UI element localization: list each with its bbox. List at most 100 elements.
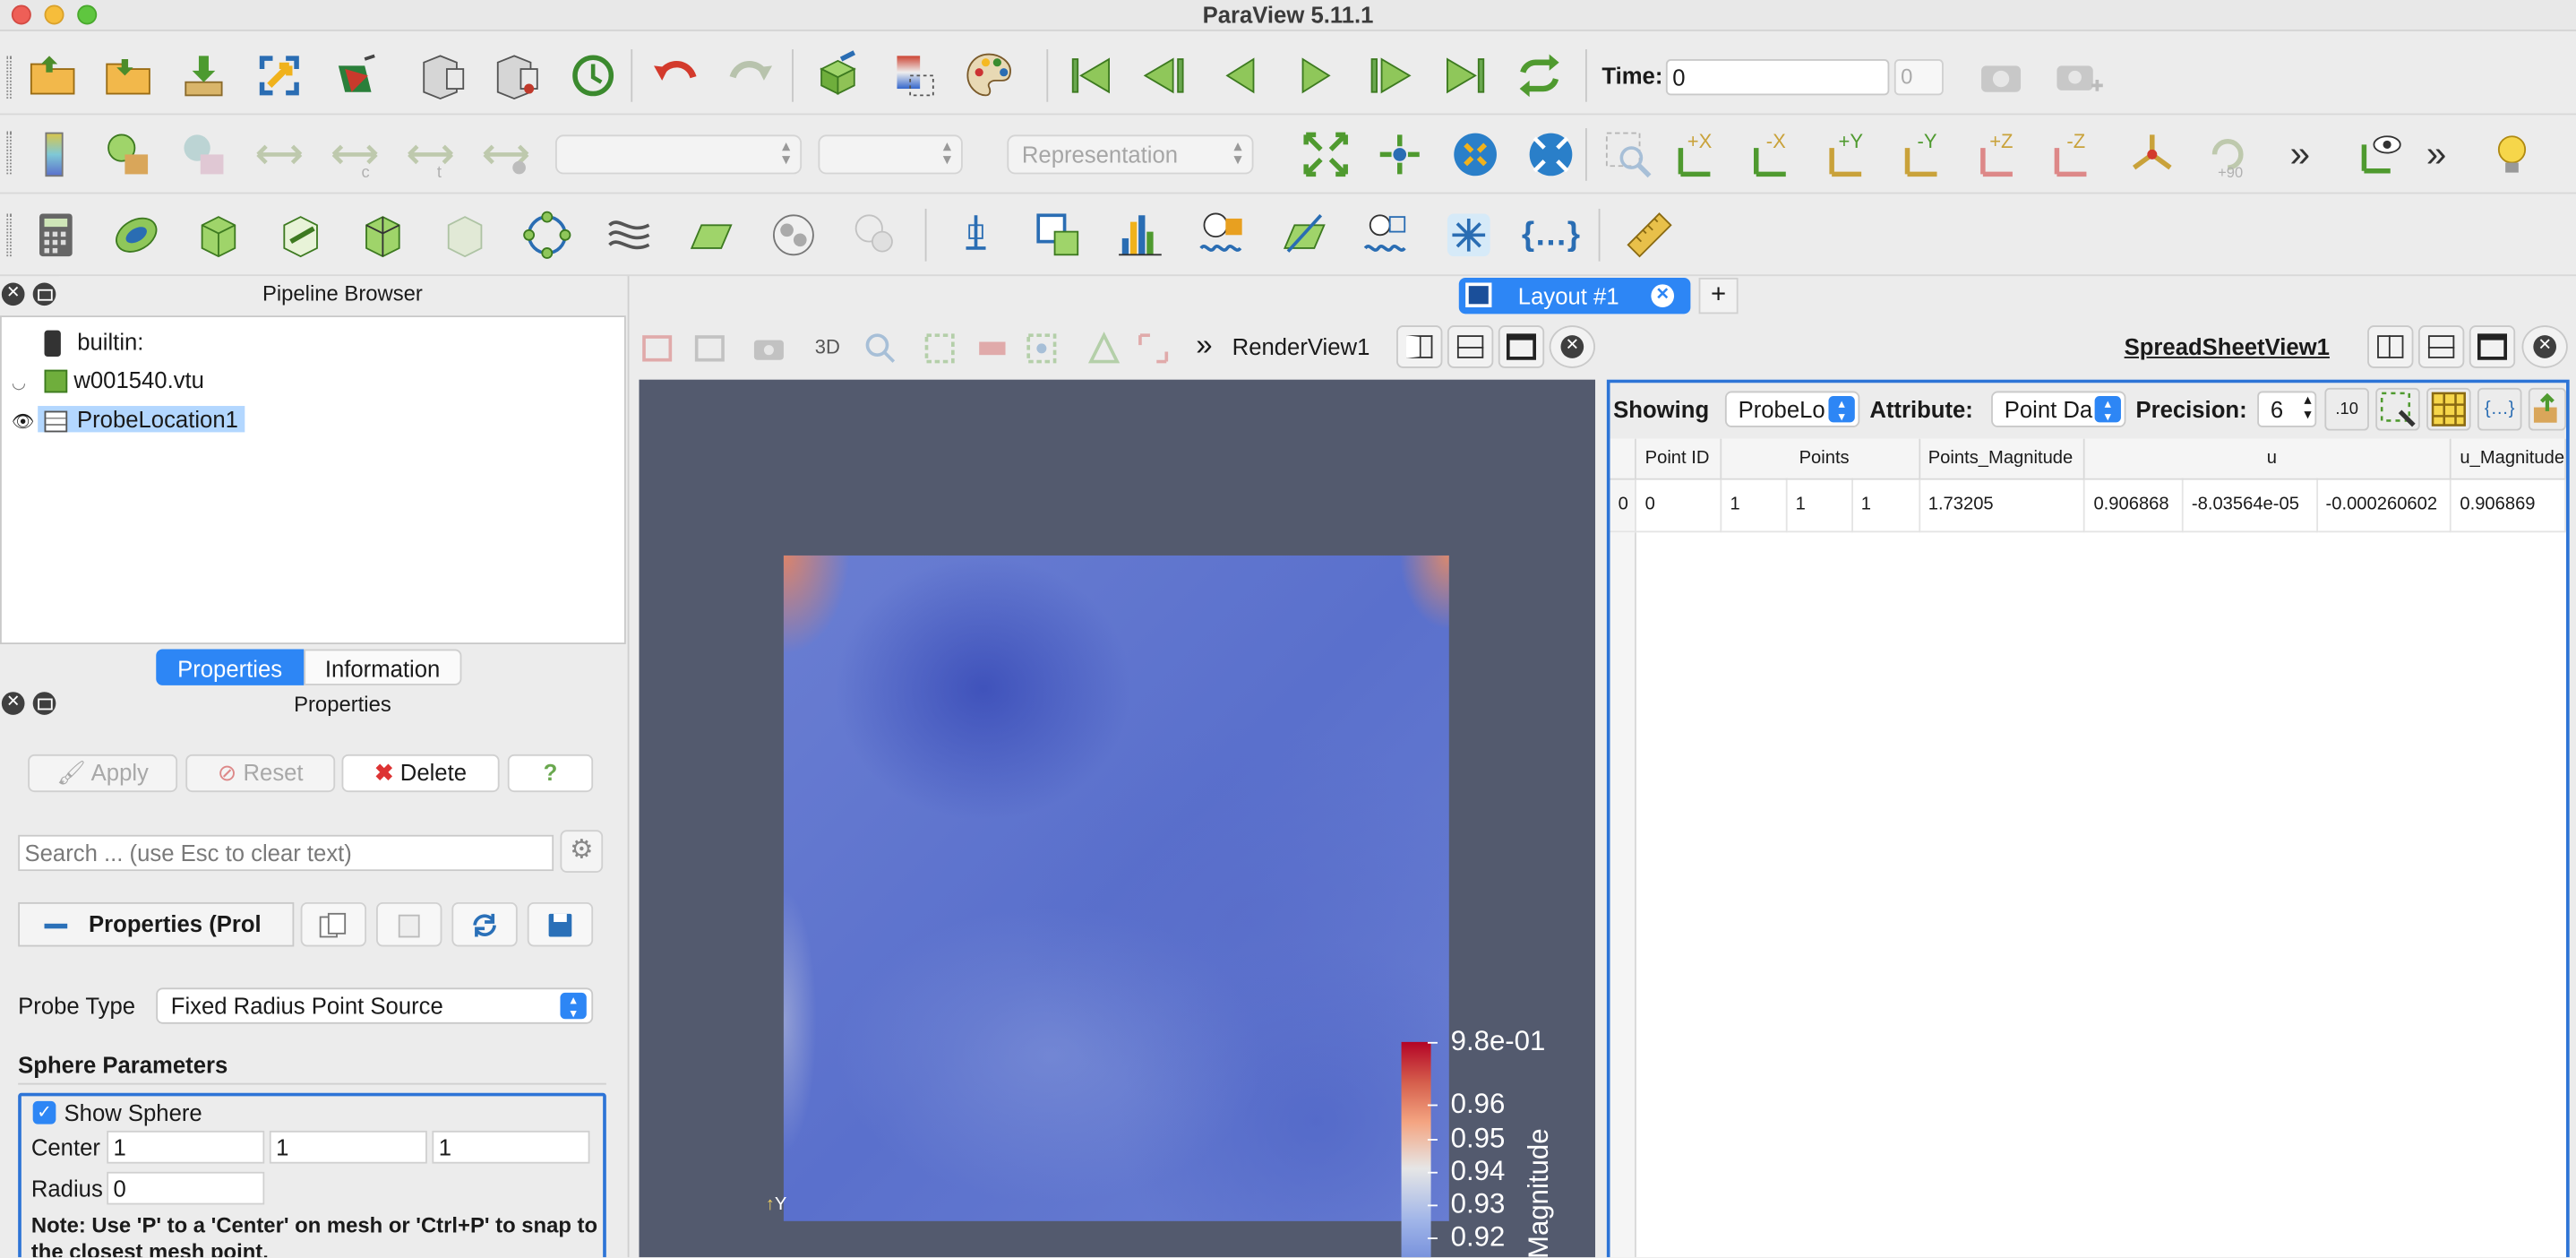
column-header[interactable]: u_Magnitude: [2451, 438, 2567, 479]
calculator-icon[interactable]: [26, 205, 85, 264]
table-cell[interactable]: -0.000260602: [2316, 478, 2452, 532]
undo-icon[interactable]: [646, 46, 705, 105]
tab-properties[interactable]: Properties: [156, 649, 304, 685]
pipeline-item-builtin[interactable]: builtin:: [44, 325, 143, 358]
macro-icon[interactable]: [325, 46, 384, 105]
precision-spinbox[interactable]: 6 ▴ ▾: [2257, 391, 2317, 427]
column-header[interactable]: Points_Magnitude: [1919, 438, 2086, 479]
table-cell[interactable]: 1: [1786, 478, 1853, 532]
table-cell[interactable]: 1.73205: [1919, 478, 2086, 532]
rescale-visible-icon[interactable]: [477, 125, 536, 184]
close-layout-icon[interactable]: ✕: [1651, 284, 1675, 307]
add-camera-icon[interactable]: [2048, 46, 2108, 105]
properties-section-toggle[interactable]: Properties (Prol: [18, 901, 295, 947]
attribute-select[interactable]: Point Da ▴ ▾: [1991, 391, 2126, 427]
plot-over-time-icon[interactable]: [1193, 205, 1252, 264]
first-frame-icon[interactable]: [1061, 46, 1121, 105]
center-y-field[interactable]: 1: [269, 1130, 427, 1164]
warp-by-vector-icon[interactable]: [682, 205, 741, 264]
column-header[interactable]: Points: [1721, 438, 1920, 479]
search-input[interactable]: Search ... (use Esc to clear text): [18, 834, 554, 872]
table-row[interactable]: 0 0 1 1 1 1.73205 0.906868 -8.03564e-05 …: [1610, 478, 2567, 532]
plot-over-line-icon[interactable]: [1028, 205, 1087, 264]
clip-icon[interactable]: [189, 205, 248, 264]
toggle-selection-only-icon[interactable]: [2375, 387, 2420, 431]
save-icon[interactable]: [527, 901, 594, 947]
redo-icon[interactable]: [721, 46, 780, 105]
color-legend-icon[interactable]: [26, 125, 85, 184]
eye-icon[interactable]: 👁: [12, 406, 35, 439]
split-vertical-icon[interactable]: [1447, 325, 1494, 368]
center-x-field[interactable]: 1: [107, 1130, 265, 1164]
select-points-icon[interactable]: [973, 329, 1012, 368]
toolbar-overflow-icon[interactable]: »: [2407, 125, 2466, 184]
representation-selector[interactable]: Representation ▴ ▾: [1007, 134, 1254, 175]
extract-subset-icon[interactable]: [435, 205, 494, 264]
rescale-temporal-icon[interactable]: t: [401, 125, 460, 184]
toolbar-grip[interactable]: [6, 213, 12, 257]
table-cell[interactable]: 0: [1636, 478, 1722, 532]
maximize-view-icon[interactable]: [2469, 325, 2516, 368]
screenshot-icon[interactable]: [749, 329, 788, 368]
view-plus-y-icon[interactable]: +Y: [1822, 125, 1881, 184]
split-horizontal-icon[interactable]: [2367, 325, 2414, 368]
view-plus-z-icon[interactable]: +Z: [1973, 125, 2032, 184]
save-data-icon[interactable]: [174, 46, 233, 105]
python-script-icon[interactable]: {…}: [1521, 205, 1580, 264]
view-plus-x-icon[interactable]: +X: [1670, 125, 1730, 184]
column-header[interactable]: u: [2084, 438, 2452, 479]
play-backward-icon[interactable]: [1211, 46, 1270, 105]
connect-server-icon[interactable]: [488, 46, 547, 105]
delete-button[interactable]: ✖ Delete: [341, 754, 500, 793]
edit-colormap-icon[interactable]: [174, 125, 233, 184]
close-view-icon[interactable]: ✕: [2521, 325, 2568, 368]
contour-icon[interactable]: [107, 205, 166, 264]
pipeline-item-probelocation[interactable]: 👁 ProbeLocation1: [12, 402, 245, 435]
spreadsheet-view[interactable]: Showing ProbeLo ▴ ▾ Attribute: Point Da ▴ ▾ …: [1606, 379, 2570, 1258]
refresh-icon[interactable]: [451, 901, 518, 947]
python-calculator-icon[interactable]: [1439, 205, 1498, 264]
interaction-mode-icon[interactable]: [861, 329, 900, 368]
ruler-icon[interactable]: [1620, 205, 1679, 264]
view-minus-z-icon[interactable]: -Z: [2047, 125, 2106, 184]
array-selector[interactable]: ▴ ▾: [554, 134, 803, 175]
render-view[interactable]: 9.8e-01 0.96 0.95 0.94 0.93 0.92 Magnitu…: [639, 379, 1596, 1258]
glyph-icon[interactable]: [518, 205, 577, 264]
table-cell[interactable]: 1: [1721, 478, 1788, 532]
rotate-90-icon[interactable]: +90: [2198, 125, 2257, 184]
palette-icon[interactable]: [959, 46, 1018, 105]
time-index-spinbox[interactable]: 0: [1893, 59, 1944, 96]
component-selector[interactable]: ▴ ▾: [818, 134, 963, 175]
rescale-range-icon[interactable]: [250, 125, 309, 184]
float-properties-icon[interactable]: [32, 692, 56, 715]
probe-type-select[interactable]: Fixed Radius Point Source ▴ ▾: [156, 987, 594, 1024]
split-vertical-icon[interactable]: [2417, 325, 2465, 368]
group-datasets-icon[interactable]: [764, 205, 823, 264]
open-folder-icon[interactable]: [23, 46, 82, 105]
disconnect-server-icon[interactable]: [414, 46, 473, 105]
show-sphere-checkbox[interactable]: ✓: [32, 1100, 56, 1124]
fixed-notation-icon[interactable]: .10: [2324, 387, 2369, 431]
add-layout-button[interactable]: +: [1698, 277, 1739, 314]
toolbar-grip[interactable]: [6, 56, 12, 99]
next-frame-icon[interactable]: [1361, 46, 1420, 105]
capture-screenshot-icon[interactable]: [1973, 46, 2032, 105]
select-cells-icon[interactable]: [920, 329, 959, 368]
gear-icon[interactable]: ⚙: [560, 830, 604, 873]
table-cell[interactable]: 1: [1851, 478, 1920, 532]
close-view-icon[interactable]: ✕: [1549, 325, 1596, 368]
toggle-3d-button[interactable]: 3D: [815, 335, 840, 358]
view-minus-x-icon[interactable]: -X: [1747, 125, 1806, 184]
zoom-to-box-icon[interactable]: [1599, 125, 1658, 184]
zoom-closest-icon[interactable]: [1446, 125, 1505, 184]
help-button[interactable]: ?: [507, 754, 594, 793]
close-pipeline-icon[interactable]: ✕: [1, 282, 25, 306]
center-z-field[interactable]: 1: [432, 1130, 590, 1164]
float-pipeline-icon[interactable]: [32, 282, 56, 306]
color-by-icon[interactable]: [99, 125, 158, 184]
tab-layout-1[interactable]: Layout #1 ✕: [1458, 277, 1691, 314]
stream-tracer-icon[interactable]: [599, 205, 658, 264]
split-horizontal-icon[interactable]: [1396, 325, 1443, 368]
maximize-view-icon[interactable]: [1498, 325, 1545, 368]
plot-selection-icon[interactable]: [1275, 205, 1334, 264]
